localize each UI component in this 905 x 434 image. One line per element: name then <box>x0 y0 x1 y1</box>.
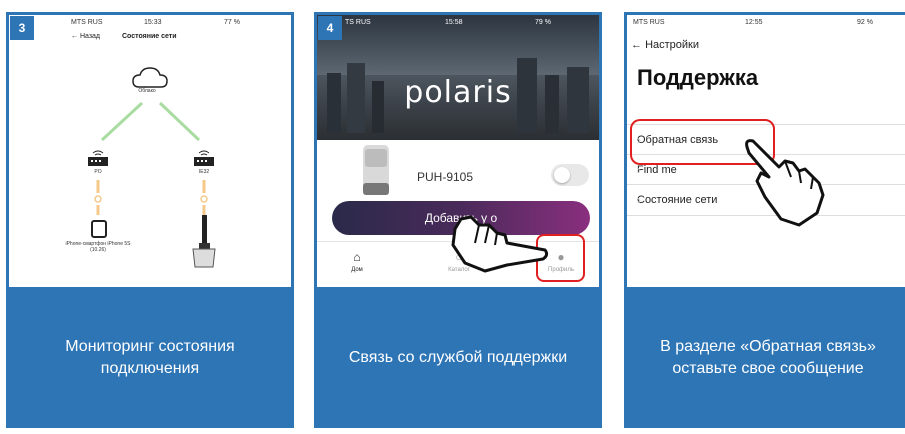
cloud-icon <box>132 67 168 88</box>
tab-home-label: Дом <box>351 267 363 273</box>
back-to-settings-button[interactable]: ← Настройки <box>631 39 699 51</box>
smartphone-device-icon <box>91 220 107 238</box>
back-label: Настройки <box>645 39 699 51</box>
network-diagram <box>88 67 216 268</box>
status-bar: MTS RUS 12:55 92 % <box>627 15 905 31</box>
brand-logo: polaris <box>404 75 512 110</box>
battery-label: 92 % <box>857 19 873 26</box>
humidifier-image <box>363 145 389 195</box>
blender-device-icon <box>192 215 216 268</box>
step-card-4: 4 TS RUS 15:58 79 % polaris PUH-9105 Доб… <box>314 12 602 428</box>
step-caption: В разделе «Обратная связь» оставьте свое… <box>660 338 876 377</box>
device-left-label: iPhone-смартфон iPhone 5S (10.26) <box>65 241 131 253</box>
back-arrow-icon: ← <box>631 39 642 51</box>
router-right-icon <box>194 150 214 166</box>
router-right-label: IE32 <box>198 169 210 175</box>
step-number-badge: 4 <box>318 16 342 40</box>
step-caption: Мониторинг состояния подключения <box>65 338 235 377</box>
step-number-badge: 3 <box>10 16 34 40</box>
network-status-screenshot: MTS RUS 15:33 77 % ← Назад Состояние сет… <box>9 15 291 287</box>
time-label: 12:55 <box>745 19 763 26</box>
hero-banner: TS RUS 15:58 79 % polaris <box>317 15 599 140</box>
cloud-label: Облако <box>138 88 156 94</box>
step-caption: Связь со службой поддержки <box>348 349 568 366</box>
battery-label: 79 % <box>535 19 551 26</box>
app-home-screenshot: TS RUS 15:58 79 % polaris PUH-9105 Добав… <box>317 15 599 287</box>
link-cloud-left <box>100 101 144 142</box>
page-title: Поддержка <box>637 65 759 90</box>
carrier-label: MTS RUS <box>633 19 665 26</box>
carrier-label: TS RUS <box>345 19 371 26</box>
support-screenshot: MTS RUS 12:55 92 % ← Настройки Поддержка… <box>627 15 905 287</box>
step-card-5: MTS RUS 12:55 92 % ← Настройки Поддержка… <box>624 12 905 428</box>
tab-home[interactable]: ⌂ Дом <box>327 250 387 273</box>
pointing-hand-icon <box>745 139 825 227</box>
pointing-hand-icon <box>451 215 549 273</box>
router-left-label: PO <box>94 169 102 175</box>
time-label: 15:58 <box>445 19 463 26</box>
link-cloud-right <box>158 101 201 142</box>
device-power-toggle[interactable] <box>551 164 589 186</box>
router-left-icon <box>88 150 108 166</box>
step-card-3: 3 MTS RUS 15:33 77 % ← Назад Состояние с… <box>6 12 294 428</box>
product-name: PUH-9105 <box>417 170 474 184</box>
status-bar: TS RUS 15:58 79 % <box>317 15 599 31</box>
home-icon: ⌂ <box>353 250 361 264</box>
